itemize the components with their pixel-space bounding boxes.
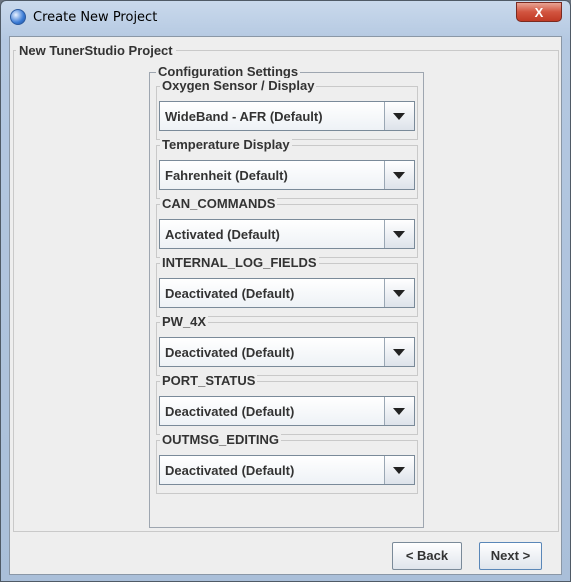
title-bar[interactable]: Create New Project X xyxy=(1,1,570,35)
group-pw-4x: PW_4X Deactivated (Default) xyxy=(156,314,418,376)
pw-4x-select[interactable]: Deactivated (Default) xyxy=(159,337,415,367)
select-value: Fahrenheit (Default) xyxy=(165,168,288,183)
can-commands-select[interactable]: Activated (Default) xyxy=(159,219,415,249)
group-oxygen-sensor: Oxygen Sensor / Display WideBand - AFR (… xyxy=(156,78,418,140)
chevron-down-icon xyxy=(393,467,405,474)
chevron-down-icon xyxy=(393,408,405,415)
group-label: PORT_STATUS xyxy=(160,373,258,388)
select-value: WideBand - AFR (Default) xyxy=(165,109,323,124)
group-port-status: PORT_STATUS Deactivated (Default) xyxy=(156,373,418,435)
chevron-down-icon xyxy=(393,172,405,179)
close-button[interactable]: X xyxy=(516,2,562,22)
dropdown-arrow-button[interactable] xyxy=(384,397,414,425)
group-can-commands: CAN_COMMANDS Activated (Default) xyxy=(156,196,418,258)
select-value: Deactivated (Default) xyxy=(165,463,295,478)
dialog-window: Create New Project X New TunerStudio Pro… xyxy=(0,0,571,582)
chevron-down-icon xyxy=(393,349,405,356)
app-icon xyxy=(10,9,26,25)
internal-log-fields-select[interactable]: Deactivated (Default) xyxy=(159,278,415,308)
group-label: CAN_COMMANDS xyxy=(160,196,278,211)
select-value: Activated (Default) xyxy=(165,227,280,242)
group-label: INTERNAL_LOG_FIELDS xyxy=(160,255,319,270)
chevron-down-icon xyxy=(393,231,405,238)
dropdown-arrow-button[interactable] xyxy=(384,338,414,366)
dropdown-arrow-button[interactable] xyxy=(384,456,414,484)
dropdown-arrow-button[interactable] xyxy=(384,220,414,248)
port-status-select[interactable]: Deactivated (Default) xyxy=(159,396,415,426)
back-button[interactable]: < Back xyxy=(392,542,462,570)
group-temperature-display: Temperature Display Fahrenheit (Default) xyxy=(156,137,418,199)
chevron-down-icon xyxy=(393,113,405,120)
project-fieldset-legend: New TunerStudio Project xyxy=(16,43,176,58)
chevron-down-icon xyxy=(393,290,405,297)
select-value: Deactivated (Default) xyxy=(165,345,295,360)
dialog-content: New TunerStudio Project Configuration Se… xyxy=(9,36,562,575)
outmsg-editing-select[interactable]: Deactivated (Default) xyxy=(159,455,415,485)
group-label: PW_4X xyxy=(160,314,209,329)
group-label: Temperature Display xyxy=(160,137,292,152)
configuration-settings-legend: Configuration Settings xyxy=(156,64,301,79)
group-internal-log-fields: INTERNAL_LOG_FIELDS Deactivated (Default… xyxy=(156,255,418,317)
configuration-settings-panel: Configuration Settings Oxygen Sensor / D… xyxy=(149,64,424,528)
select-value: Deactivated (Default) xyxy=(165,286,295,301)
select-value: Deactivated (Default) xyxy=(165,404,295,419)
oxygen-sensor-select[interactable]: WideBand - AFR (Default) xyxy=(159,101,415,131)
next-button[interactable]: Next > xyxy=(479,542,542,570)
group-outmsg-editing: OUTMSG_EDITING Deactivated (Default) xyxy=(156,432,418,494)
dropdown-arrow-button[interactable] xyxy=(384,161,414,189)
temperature-display-select[interactable]: Fahrenheit (Default) xyxy=(159,160,415,190)
group-label: OUTMSG_EDITING xyxy=(160,432,282,447)
dropdown-arrow-button[interactable] xyxy=(384,102,414,130)
window-title: Create New Project xyxy=(33,10,158,25)
dropdown-arrow-button[interactable] xyxy=(384,279,414,307)
group-label: Oxygen Sensor / Display xyxy=(160,78,317,93)
